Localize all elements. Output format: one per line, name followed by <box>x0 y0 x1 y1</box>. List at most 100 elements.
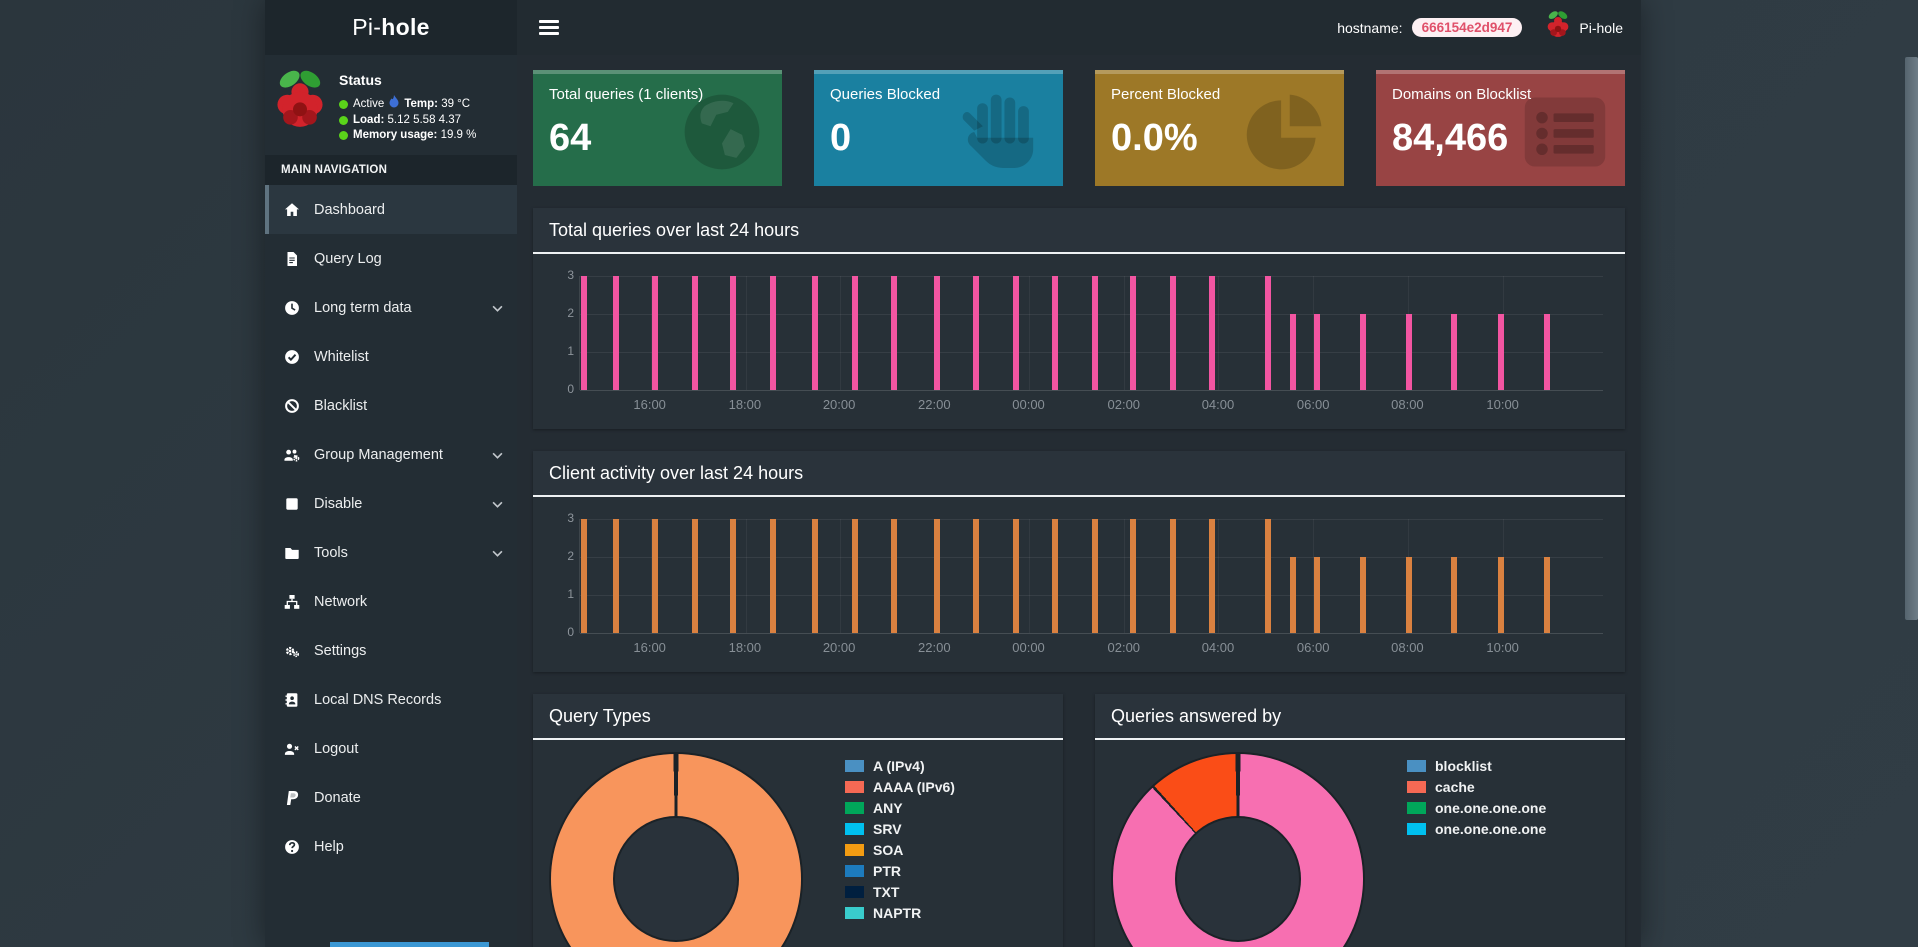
sidebar-item-whitelist[interactable]: Whitelist <box>265 332 517 381</box>
temperature-flame-icon <box>389 95 399 113</box>
legend-item-aaaa-ipv6-[interactable]: AAAA (IPv6) <box>845 776 1047 797</box>
sidebar-item-group-management[interactable]: Group Management <box>265 430 517 479</box>
sidebar-item-local-dns-records[interactable]: Local DNS Records <box>265 675 517 724</box>
sidebar-item-tools[interactable]: Tools <box>265 528 517 577</box>
sidebar-toggle-icon[interactable] <box>539 20 559 35</box>
panel-queries-answered-by: Queries answered by blocklist cache one.on… <box>1095 694 1625 947</box>
client-activity-xaxis: 16:00 18:00 20:00 22:00 00:00 02:00 04:00 06:00… <box>579 633 1603 660</box>
legend-label: AAAA (IPv6) <box>873 778 955 795</box>
x-tick-label: 04:00 <box>1201 397 1235 412</box>
legend-label: cache <box>1435 778 1475 795</box>
y-tick-label: 0 <box>567 382 574 396</box>
ban-icon <box>283 398 301 414</box>
sidebar-item-label: Disable <box>314 495 363 512</box>
bottom-panels: Query Types A (IPv4) AAAA (IPv6) ANY SRV SOA… <box>533 694 1625 947</box>
legend-label: blocklist <box>1435 757 1492 774</box>
y-tick-label: 1 <box>567 343 574 358</box>
legend-item-cache[interactable]: cache <box>1407 776 1609 797</box>
legend-color-swatch <box>845 801 864 814</box>
clock-icon <box>283 300 301 316</box>
chart-bar <box>972 519 979 633</box>
sidebar-item-donate[interactable]: Donate <box>265 773 517 822</box>
sidebar-item-label: Tools <box>314 544 348 561</box>
legend-item-any[interactable]: ANY <box>845 797 1047 818</box>
file-icon <box>283 251 301 267</box>
y-tick-label: 3 <box>567 268 574 282</box>
x-tick-label: 04:00 <box>1201 640 1235 655</box>
user-times-icon <box>283 741 301 757</box>
x-tick-label: 06:00 <box>1296 397 1330 412</box>
queries-chart: 0 1 2 3 16:00 18:00 20:00 22:00 00:00 02:00 04:00… <box>533 254 1625 429</box>
legend-item-a-ipv4-[interactable]: A (IPv4) <box>845 755 1047 776</box>
chart-bar <box>852 519 859 633</box>
sidebar-item-network[interactable]: Network <box>265 577 517 626</box>
sidebar-item-label: Query Log <box>314 250 382 267</box>
sidebar-nav: Dashboard Query Log Long term data Whitelis… <box>265 185 517 871</box>
card-percent-blocked: Percent Blocked 0.0% <box>1095 70 1344 186</box>
legend-item-one-one-one-one[interactable]: one.one.one.one <box>1407 818 1609 839</box>
chart-bar <box>1091 519 1098 633</box>
chart-bar <box>1450 314 1457 390</box>
legend-item-ptr[interactable]: PTR <box>845 860 1047 881</box>
chart-bar <box>1170 519 1177 633</box>
panel-query-types: Query Types A (IPv4) AAAA (IPv6) ANY SRV SOA… <box>533 694 1063 947</box>
y-tick-label: 1 <box>567 586 574 601</box>
sidebar-item-settings[interactable]: Settings <box>265 626 517 675</box>
summary-cards: Total queries (1 clients) 64 Queries Block… <box>533 70 1625 186</box>
sidebar-item-help[interactable]: Help <box>265 822 517 871</box>
app-logo[interactable]: Pi-hole <box>265 0 517 55</box>
legend-label: one.one.one.one <box>1435 799 1547 816</box>
page-scrollbar-thumb[interactable] <box>1905 57 1918 620</box>
sidebar-item-label: Blacklist <box>314 397 368 414</box>
card-total-queries-1-clients-: Total queries (1 clients) 64 <box>533 70 782 186</box>
y-tick-label: 2 <box>567 548 574 563</box>
chart-bar <box>1359 557 1366 633</box>
queries-over-time-xaxis: 16:00 18:00 20:00 22:00 00:00 02:00 04:00 06:00… <box>579 390 1603 417</box>
legend-label: ANY <box>873 799 903 816</box>
legend-item-blocklist[interactable]: blocklist <box>1407 755 1609 776</box>
legend-item-naptr[interactable]: NAPTR <box>845 902 1047 923</box>
chart-bar <box>1290 557 1297 633</box>
chart-bar <box>1450 557 1457 633</box>
raspberry-icon <box>1545 10 1571 45</box>
panel-title: Client activity over last 24 hours <box>533 451 1625 497</box>
gears-icon <box>283 643 301 659</box>
sidebar-item-label: Local DNS Records <box>314 691 442 708</box>
question-circle-icon <box>283 839 301 855</box>
sidebar-item-logout[interactable]: Logout <box>265 724 517 773</box>
legend-item-srv[interactable]: SRV <box>845 818 1047 839</box>
x-tick-label: 02:00 <box>1107 640 1141 655</box>
chart-bar <box>812 276 819 390</box>
sidebar-item-label: Help <box>314 838 344 855</box>
sidebar-item-blacklist[interactable]: Blacklist <box>265 381 517 430</box>
navbar-brand[interactable]: Pi-hole <box>1545 10 1623 45</box>
gridline <box>1029 519 1031 633</box>
x-tick-label: 20:00 <box>822 640 856 655</box>
chart-bar <box>1405 314 1412 390</box>
chart-bar <box>1130 276 1137 390</box>
legend-label: SRV <box>873 820 902 837</box>
sidebar-item-disable[interactable]: Disable <box>265 479 517 528</box>
chart-bar <box>934 519 941 633</box>
legend-item-one-one-one-one[interactable]: one.one.one.one <box>1407 797 1609 818</box>
sidebar-item-label: Donate <box>314 789 361 806</box>
chart-bar <box>1497 557 1504 633</box>
chart-bar <box>1497 314 1504 390</box>
chart-bar <box>1170 276 1177 390</box>
status-active-row: Active Temp: 39 °C <box>339 95 476 113</box>
gridline <box>745 519 747 633</box>
sidebar-item-label: Logout <box>314 740 359 757</box>
chart-bar <box>1209 276 1216 390</box>
chevron-down-icon <box>492 496 503 512</box>
legend-label: PTR <box>873 862 901 879</box>
x-tick-label: 08:00 <box>1391 640 1424 655</box>
query-types-legend: A (IPv4) AAAA (IPv6) ANY SRV SOA PTR TXT NAPTR <box>845 754 1047 947</box>
legend-item-txt[interactable]: TXT <box>845 881 1047 902</box>
legend-item-soa[interactable]: SOA <box>845 839 1047 860</box>
sidebar-item-query-log[interactable]: Query Log <box>265 234 517 283</box>
sidebar-item-dashboard[interactable]: Dashboard <box>265 185 517 234</box>
queries-over-time-plot: 0 1 2 3 <box>567 268 1603 396</box>
x-tick-label: 10:00 <box>1486 397 1519 412</box>
sidebar-item-long-term-data[interactable]: Long term data <box>265 283 517 332</box>
card-title: Queries Blocked <box>830 86 941 103</box>
